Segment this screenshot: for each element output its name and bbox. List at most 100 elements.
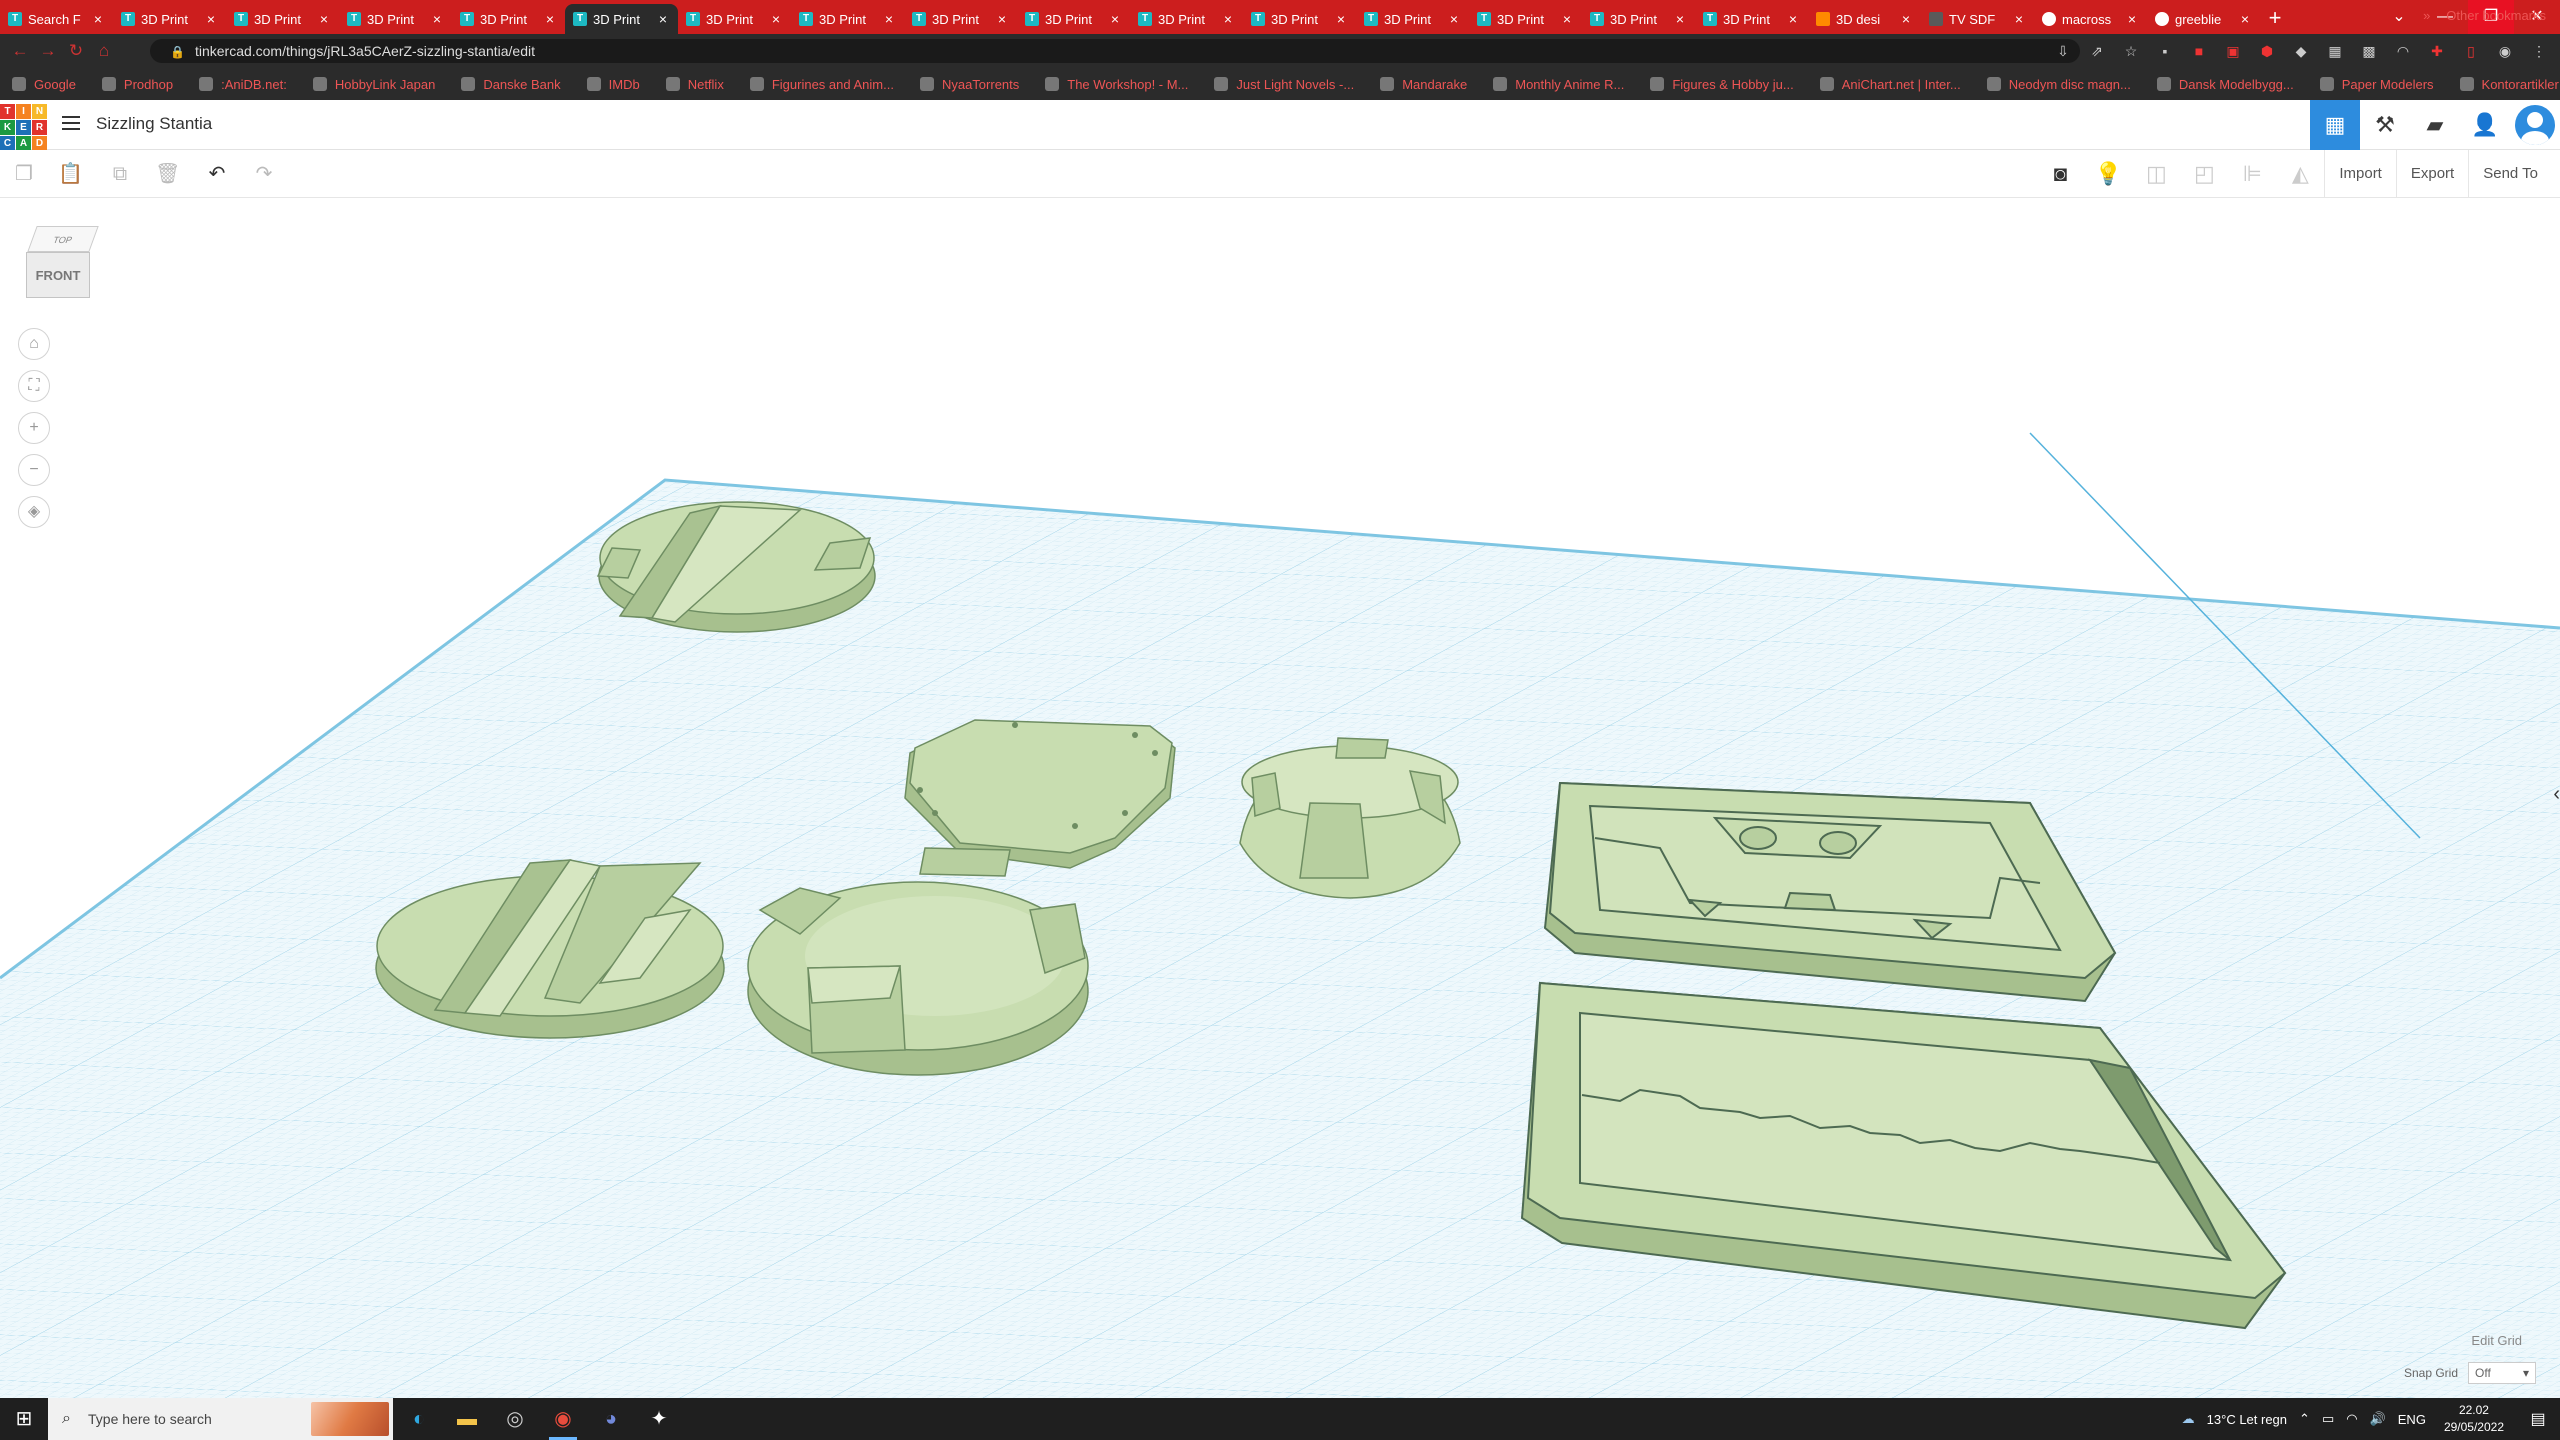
bookmark-star-icon[interactable]: ☆ [2120,40,2142,62]
browser-tab[interactable]: T Search F × [0,4,113,34]
projection-icon[interactable]: ◈ [18,496,50,528]
share-icon[interactable]: ⇗ [2086,40,2108,62]
extension-icon[interactable]: ▦ [2324,40,2346,62]
bookmark-item[interactable]: Netflix [665,77,724,92]
bookmark-item[interactable]: Dansk Modelbygg... [2156,77,2294,92]
app-icon[interactable]: ✦ [635,1398,683,1440]
browser-tab[interactable]: T 3D Print × [565,4,678,34]
file-explorer-icon[interactable]: ▬ [443,1398,491,1440]
browser-tab[interactable]: macross × [2034,4,2147,34]
notification-icon[interactable]: ▤ [2516,1409,2560,1429]
close-tab-icon[interactable]: × [1673,11,1687,27]
shape-split-oval-base-1[interactable] [596,501,876,633]
design-menu-icon[interactable] [62,116,80,132]
close-tab-icon[interactable]: × [204,11,218,27]
send-to-button[interactable]: Send To [2468,150,2552,198]
close-tab-icon[interactable]: × [91,11,105,27]
extension-icon[interactable]: ◠ [2392,40,2414,62]
close-tab-icon[interactable]: × [2125,11,2139,27]
close-tab-icon[interactable]: × [1221,11,1235,27]
bookmark-item[interactable]: Figures & Hobby ju... [1650,77,1794,92]
edge-icon[interactable]: ◐ [395,1398,443,1440]
extension-icon[interactable]: ■ [2188,40,2210,62]
zoom-out-icon[interactable]: − [18,454,50,486]
browser-tab[interactable]: TV SDF × [1921,4,2034,34]
bookmark-item[interactable]: Monthly Anime R... [1493,77,1624,92]
group-icon[interactable]: ◫ [2132,161,2180,187]
view-cube[interactable]: TOP FRONT [26,226,99,306]
steam-icon[interactable]: ◎ [491,1398,539,1440]
tinkercad-logo[interactable]: TIN KER CAD [0,104,47,151]
browser-tab[interactable]: T 3D Print × [1582,4,1695,34]
language-indicator[interactable]: ENG [2398,1412,2426,1427]
windows-start-icon[interactable]: ⊞ [0,1398,48,1440]
shape-domed-base[interactable] [1239,737,1461,899]
close-tab-icon[interactable]: × [1899,11,1913,27]
sidebar-icon[interactable]: ▯ [2460,40,2482,62]
adblock-icon[interactable]: ⬢ [2256,40,2278,62]
add-user-icon[interactable]: 👤 [2460,100,2510,150]
home-view-icon[interactable]: ⌂ [18,328,50,360]
import-button[interactable]: Import [2324,150,2396,198]
bookmark-item[interactable]: Prodhop [101,77,173,92]
clock[interactable]: 22.02 29/05/2022 [2444,1402,2504,1436]
bricks-view-button[interactable]: ▰ [2410,100,2460,150]
profile-avatar-icon[interactable]: ◉ [2494,40,2516,62]
chrome-icon[interactable]: ◉ [539,1398,587,1440]
browser-tab[interactable]: T 3D Print × [904,4,1017,34]
home-icon[interactable]: ⌂ [90,41,118,61]
bookmark-item[interactable]: Mandarake [1380,77,1467,92]
bookmark-item[interactable]: Figurines and Anim... [749,77,894,92]
paste-icon[interactable]: 📋 [58,162,83,186]
browser-tab[interactable]: T 3D Print × [226,4,339,34]
weather-text[interactable]: 13°C Let regn [2207,1412,2287,1427]
close-tab-icon[interactable]: × [1560,11,1574,27]
bookmark-item[interactable]: The Workshop! - M... [1045,77,1188,92]
browser-tab[interactable]: T 3D Print × [791,4,904,34]
close-tab-icon[interactable]: × [1447,11,1461,27]
bookmark-item[interactable]: NyaaTorrents [919,77,1019,92]
forward-icon[interactable]: → [34,41,62,61]
reload-icon[interactable]: ↻ [62,41,90,61]
back-icon[interactable]: ← [6,41,34,61]
tray-overflow-icon[interactable]: ⌃ [2299,1411,2310,1427]
close-tab-icon[interactable]: × [2012,11,2026,27]
browser-tab[interactable]: T 3D Print × [113,4,226,34]
extension-icon[interactable]: ◆ [2290,40,2312,62]
edit-grid-button[interactable]: Edit Grid [2471,1333,2522,1348]
url-field[interactable]: 🔒 tinkercad.com/things/jRL3a5CAerZ-sizzli… [150,39,2080,63]
browser-tab[interactable]: T 3D Print × [1469,4,1582,34]
close-tab-icon[interactable]: × [769,11,783,27]
wifi-icon[interactable]: ◠ [2346,1411,2357,1427]
export-button[interactable]: Export [2395,150,2468,198]
extension-icon[interactable]: ▣ [2222,40,2244,62]
close-tab-icon[interactable]: × [882,11,896,27]
puzzle-icon[interactable]: ✚ [2426,40,2448,62]
browser-tab[interactable]: 3D desi × [1808,4,1921,34]
copy-icon[interactable]: ❐ [12,162,36,186]
browser-tab[interactable]: T 3D Print × [1017,4,1130,34]
bookmark-item[interactable]: Danske Bank [461,77,561,92]
bookmarks-overflow-button[interactable]: » [2423,8,2430,23]
close-tab-icon[interactable]: × [995,11,1009,27]
close-tab-icon[interactable]: × [430,11,444,27]
taskbar-search-box[interactable]: ⌕ Type here to search [48,1398,393,1440]
bookmark-item[interactable]: AniChart.net | Inter... [1819,77,1961,92]
mirror-icon[interactable]: ◭ [2276,161,2324,187]
snap-grid-select[interactable]: Off [2468,1362,2536,1384]
bookmark-item[interactable]: Google [12,77,76,92]
shapes-panel-toggle-icon[interactable]: ‹ [2553,783,2560,806]
install-icon[interactable]: ⇩ [2052,40,2074,62]
workplane-viewport[interactable]: TOP FRONT ⌂ ⛶ + − ◈ ‹ Edit Grid Snap Gri… [0,198,2560,1398]
browser-tab[interactable]: T 3D Print × [1695,4,1808,34]
new-tab-button[interactable]: + [2260,4,2290,34]
bookmark-item[interactable]: IMDb [586,77,640,92]
bookmark-item[interactable]: :AniDB.net: [199,77,287,92]
view-cube-front[interactable]: FRONT [26,252,90,298]
browser-tab[interactable]: greeblie × [2147,4,2260,34]
browser-tab[interactable]: T 3D Print × [452,4,565,34]
bookmark-item[interactable]: HobbyLink Japan [312,77,435,92]
bookmark-item[interactable]: Kontorartikler - Ho... [2459,77,2560,92]
codeblocks-view-button[interactable]: ⚒ [2360,100,2410,150]
notes-icon[interactable]: ◙ [2036,161,2084,187]
